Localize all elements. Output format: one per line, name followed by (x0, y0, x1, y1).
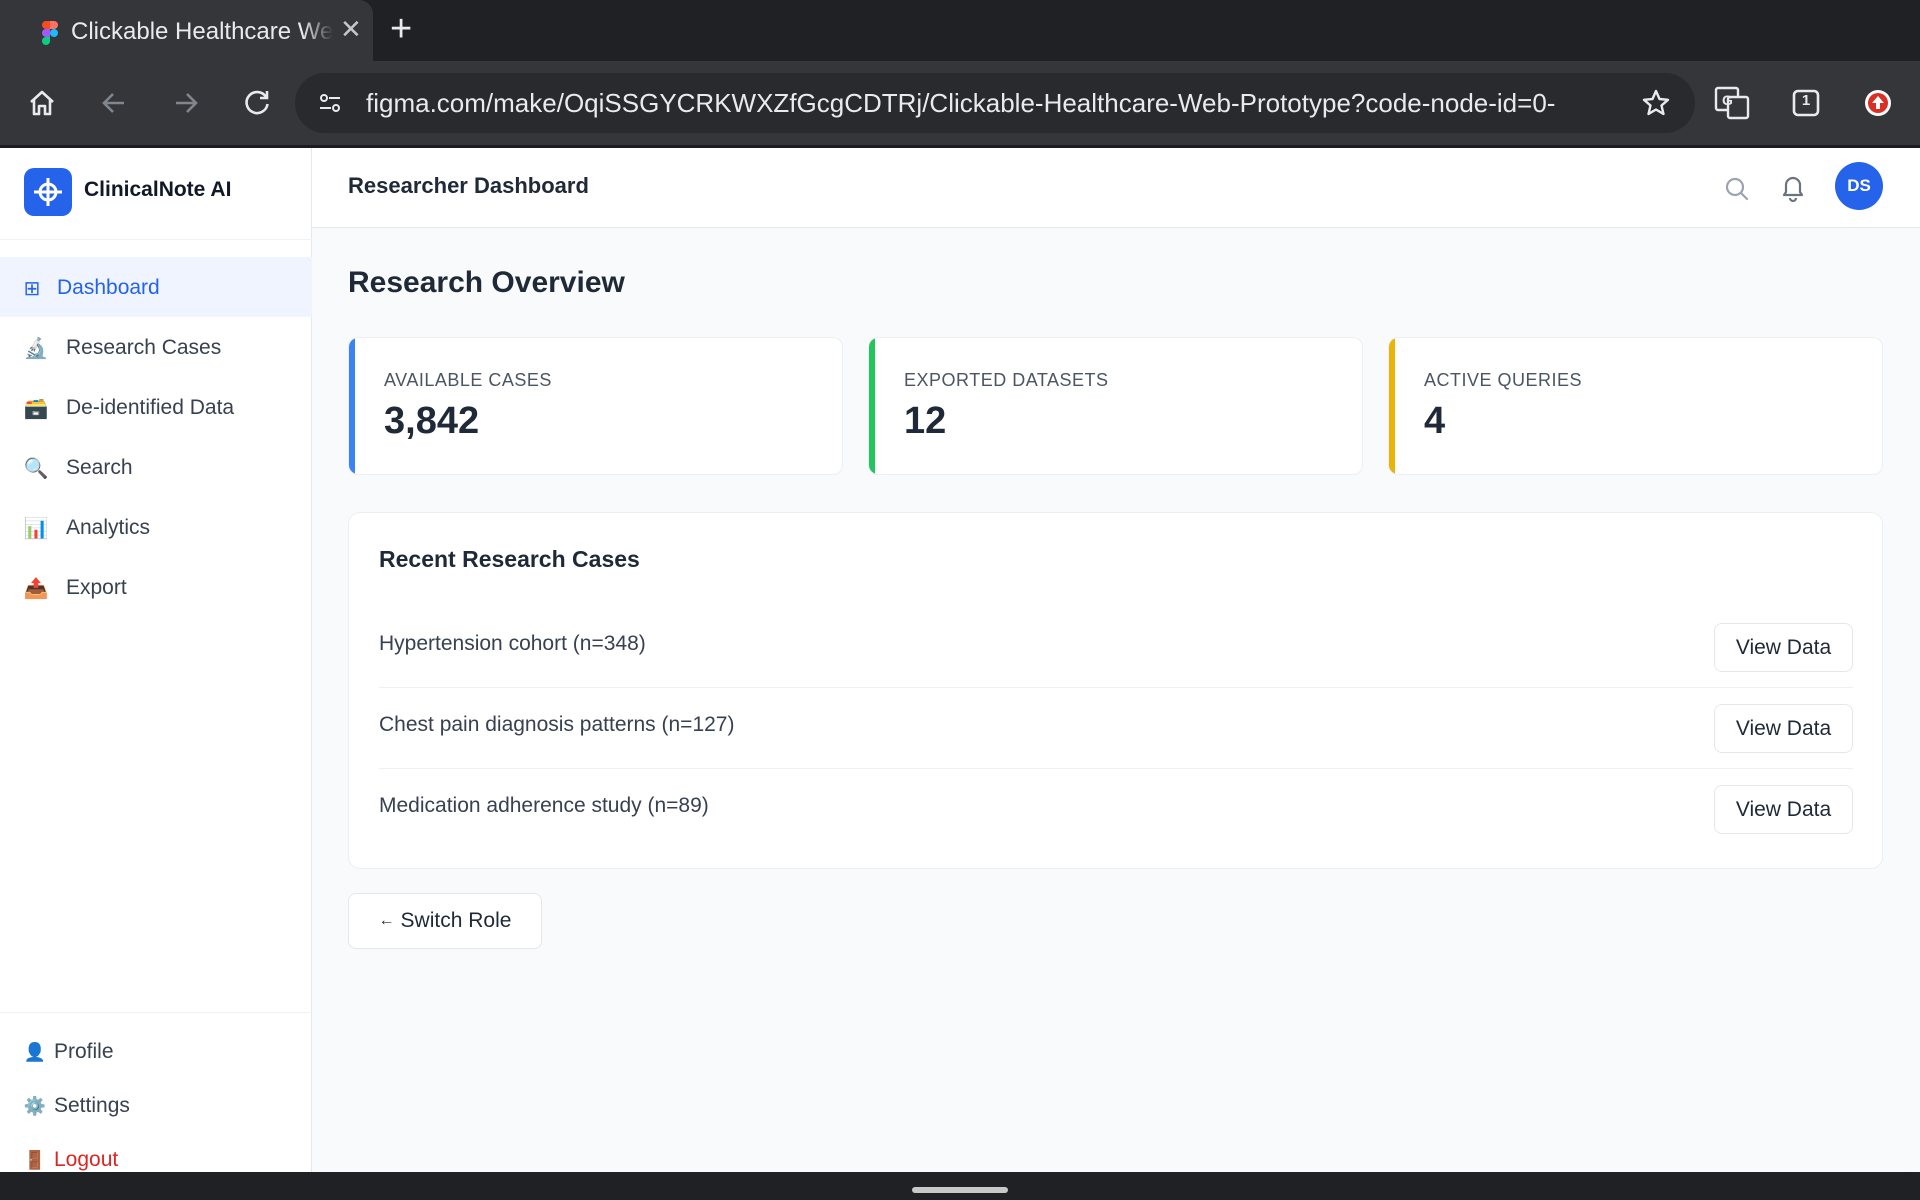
device-navigation-bar (0, 1172, 1920, 1200)
stat-label: ACTIVE QUERIES (1424, 370, 1583, 390)
sidebar-item-search[interactable]: 🔍 Search (0, 437, 312, 497)
address-bar[interactable]: figma.com/make/OqiSSGYCRKWXZfGcgCDTRj/Cl… (295, 73, 1695, 133)
figma-icon (42, 21, 58, 45)
back-icon[interactable] (94, 83, 134, 123)
logout-button[interactable]: 🚪 Logout (24, 1145, 118, 1175)
svg-text:G: G (1722, 92, 1733, 108)
switch-role-label: Switch Role (400, 909, 512, 932)
stat-accent-bar (1389, 338, 1395, 474)
stat-card-available-cases: AVAILABLE CASES 3,842 (348, 337, 843, 475)
page-title: Research Overview (348, 266, 625, 299)
stat-accent-bar (869, 338, 875, 474)
case-name: Medication adherence study (n=89) (379, 794, 709, 817)
stat-card-active-queries: ACTIVE QUERIES 4 (1388, 337, 1883, 475)
stat-card-exported-datasets: EXPORTED DATASETS 12 (868, 337, 1363, 475)
reload-icon[interactable] (237, 83, 277, 123)
sidebar-item-export[interactable]: 📤 Export (0, 557, 312, 617)
top-header: Researcher Dashboard DS (312, 148, 1920, 228)
tab-count: 1 (1801, 92, 1811, 109)
site-settings-icon[interactable] (317, 90, 343, 116)
sidebar-item-label: Profile (54, 1040, 114, 1063)
microscope-icon: 🔬 (23, 337, 49, 360)
case-name: Chest pain diagnosis patterns (n=127) (379, 713, 735, 736)
arrow-left-icon: ← (378, 912, 395, 929)
stat-label: AVAILABLE CASES (384, 370, 552, 390)
bar-chart-icon: 📊 (23, 517, 49, 540)
search-icon[interactable] (1724, 176, 1750, 202)
sidebar-item-dashboard[interactable]: ⊞ Dashboard (0, 257, 312, 317)
recent-research-cases-card: Recent Research Cases Hypertension cohor… (348, 512, 1883, 869)
outbox-tray-icon: 📤 (23, 577, 49, 600)
stat-value: 3,842 (384, 400, 480, 442)
url-text: figma.com/make/OqiSSGYCRKWXZfGcgCDTRj/Cl… (366, 88, 1556, 118)
sidebar: ClinicalNote AI ⊞ Dashboard 🔬 Research C… (0, 148, 312, 1172)
tab-switcher-icon[interactable]: 1 (1786, 83, 1826, 123)
logout-label: Logout (54, 1148, 119, 1171)
sidebar-item-label: Export (66, 576, 127, 599)
sidebar-item-profile[interactable]: 👤 Profile (24, 1037, 114, 1067)
card-title: Recent Research Cases (379, 546, 640, 572)
sidebar-item-settings[interactable]: ⚙️ Settings (24, 1091, 130, 1121)
sidebar-item-label: Research Cases (66, 336, 222, 359)
crosshair-logo-icon (24, 168, 72, 216)
translate-icon[interactable]: G (1712, 83, 1752, 123)
stat-accent-bar (349, 338, 355, 474)
sidebar-item-research-cases[interactable]: 🔬 Research Cases (0, 317, 312, 377)
sidebar-footer: 👤 Profile ⚙️ Settings 🚪 Logout (0, 1012, 312, 1172)
stat-label: EXPORTED DATASETS (904, 370, 1109, 390)
view-data-button[interactable]: View Data (1714, 623, 1853, 672)
magnifier-icon: 🔍 (23, 457, 49, 480)
browser-tab-strip: Clickable Healthcare Web-Prototype ✕ + (0, 0, 1920, 61)
door-icon: 🚪 (23, 1149, 47, 1170)
list-item: Chest pain diagnosis patterns (n=127) Vi… (379, 688, 1853, 769)
bell-icon[interactable] (1778, 172, 1808, 204)
view-data-button[interactable]: View Data (1714, 704, 1853, 753)
brand-name: ClinicalNote AI (84, 178, 232, 201)
switch-role-button[interactable]: ← Switch Role (348, 893, 542, 949)
gear-icon: ⚙️ (23, 1095, 47, 1116)
sidebar-item-label: Analytics (66, 516, 151, 539)
grid-icon: ⊞ (23, 277, 41, 300)
browser-tab[interactable]: Clickable Healthcare Web-Prototype ✕ (0, 0, 373, 61)
main-content: Research Overview AVAILABLE CASES 3,842 … (312, 228, 1920, 1172)
sidebar-item-de-identified-data[interactable]: 🗃️ De-identified Data (0, 377, 312, 437)
case-name: Hypertension cohort (n=348) (379, 632, 646, 655)
page-header-title: Researcher Dashboard (348, 173, 589, 198)
sidebar-item-analytics[interactable]: 📊 Analytics (0, 497, 312, 557)
user-icon: 👤 (23, 1041, 47, 1062)
sidebar-item-label: De-identified Data (66, 396, 235, 419)
stat-value: 4 (1424, 400, 1446, 442)
new-tab-icon[interactable]: + (390, 9, 412, 49)
tab-title: Clickable Healthcare Web-Prototype (71, 18, 333, 46)
brand[interactable]: ClinicalNote AI (0, 148, 312, 240)
list-item: Medication adherence study (n=89) View D… (379, 769, 1853, 850)
sidebar-item-label: Dashboard (57, 276, 160, 299)
star-icon[interactable] (1641, 88, 1671, 118)
gesture-handle[interactable] (912, 1187, 1008, 1193)
card-file-box-icon: 🗃️ (23, 397, 49, 420)
sidebar-item-label: Settings (54, 1094, 130, 1117)
avatar[interactable]: DS (1835, 162, 1883, 210)
browser-toolbar: figma.com/make/OqiSSGYCRKWXZfGcgCDTRj/Cl… (0, 61, 1920, 145)
tab-close-icon[interactable]: ✕ (340, 14, 362, 44)
sidebar-item-label: Search (66, 456, 133, 479)
app-window: ClinicalNote AI ⊞ Dashboard 🔬 Research C… (0, 148, 1920, 1172)
view-data-button[interactable]: View Data (1714, 785, 1853, 834)
stat-value: 12 (904, 400, 947, 442)
update-icon[interactable] (1858, 83, 1898, 123)
list-item: Hypertension cohort (n=348) View Data (379, 607, 1853, 688)
home-icon[interactable] (22, 83, 62, 123)
forward-icon[interactable] (166, 83, 206, 123)
